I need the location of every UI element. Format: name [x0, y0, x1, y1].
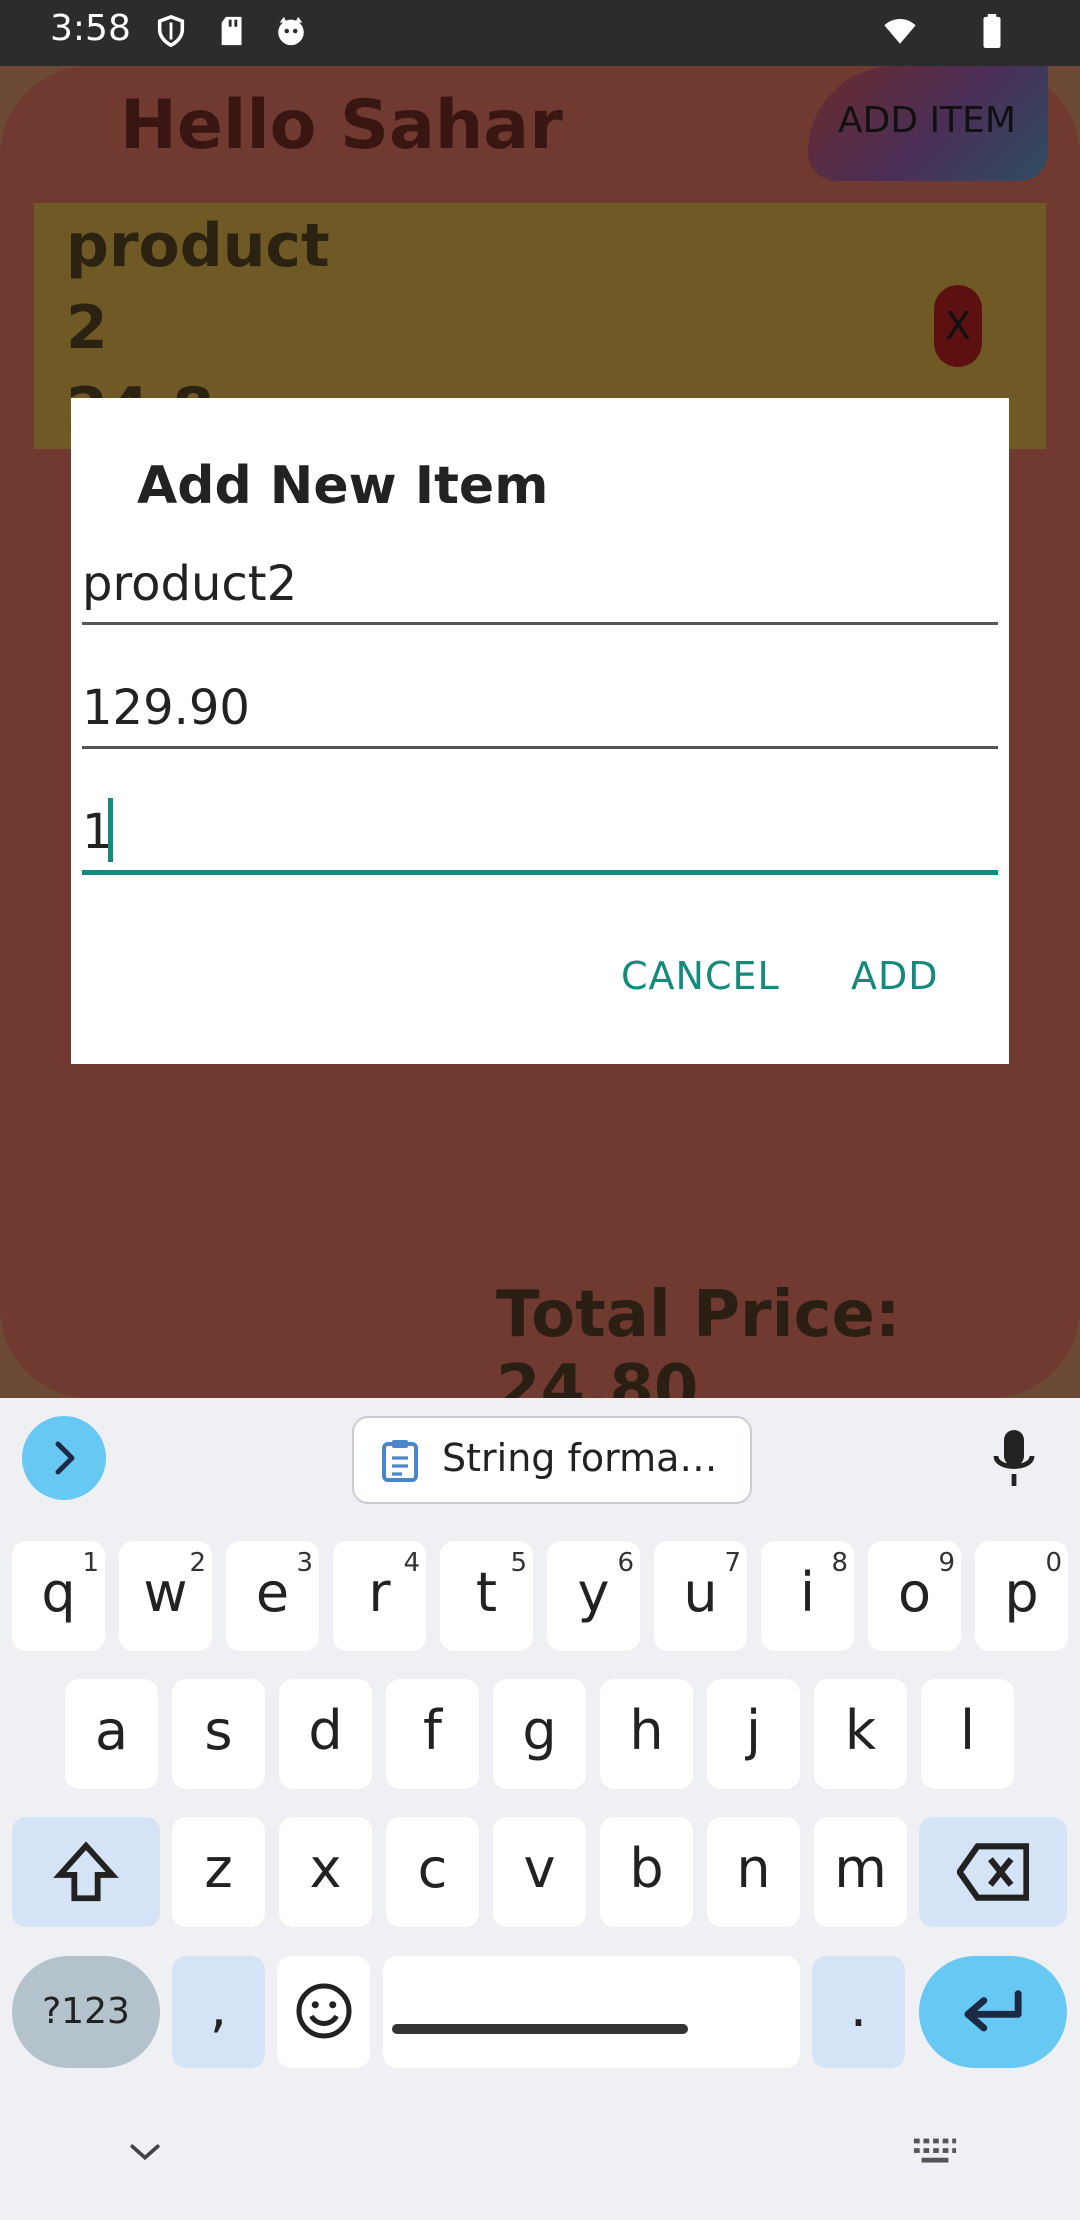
product-quantity: 2	[66, 293, 108, 363]
key-hint-number: 7	[724, 1548, 741, 1578]
add-item-dialog: Add New Item product2 129.90 1 CANCEL AD…	[71, 398, 1009, 1064]
key-k[interactable]: k	[814, 1679, 907, 1789]
status-time: 3:58	[50, 8, 131, 49]
key-z[interactable]: z	[172, 1817, 265, 1927]
shift-icon	[53, 1841, 119, 1902]
total-price: Total Price: 24.80	[496, 1278, 901, 1398]
key-h[interactable]: h	[600, 1679, 693, 1789]
key-u[interactable]: u7	[654, 1541, 747, 1651]
greeting-title: Hello Sahar	[120, 86, 563, 165]
item-quantity-field[interactable]: 1	[82, 784, 998, 875]
text-cursor	[108, 798, 113, 862]
key-t[interactable]: t5	[440, 1541, 533, 1651]
key-p[interactable]: p0	[975, 1541, 1068, 1651]
key-hint-number: 5	[510, 1548, 527, 1578]
key-a[interactable]: a	[65, 1679, 158, 1789]
clipboard-icon	[382, 1440, 418, 1482]
cat-icon	[278, 16, 304, 46]
key-n[interactable]: n	[707, 1817, 800, 1927]
item-name-field[interactable]: product2	[82, 536, 998, 625]
key-m[interactable]: m	[814, 1817, 907, 1927]
key-hint-number: 3	[296, 1548, 313, 1578]
clipboard-suggestion-chip[interactable]: String forma…	[352, 1416, 752, 1504]
status-bar: 3:58	[0, 0, 1080, 66]
shield-icon	[157, 14, 185, 48]
add-button[interactable]: ADD	[851, 954, 939, 998]
key-hint-number: 0	[1045, 1548, 1062, 1578]
key-hint-number: 6	[617, 1548, 634, 1578]
enter-key[interactable]	[919, 1956, 1067, 2068]
key-hint-number: 1	[82, 1548, 99, 1578]
key-w[interactable]: w2	[119, 1541, 212, 1651]
key-e[interactable]: e3	[226, 1541, 319, 1651]
microphone-icon[interactable]	[990, 1426, 1038, 1490]
key-c[interactable]: c	[386, 1817, 479, 1927]
item-price-field[interactable]: 129.90	[82, 660, 998, 749]
item-name-value: product2	[82, 556, 298, 612]
add-item-button[interactable]: ADD ITEM	[808, 66, 1048, 181]
key-i[interactable]: i8	[761, 1541, 854, 1651]
period-key[interactable]: .	[812, 1956, 905, 2068]
cancel-button[interactable]: CANCEL	[621, 954, 780, 998]
chevron-right-icon	[55, 1441, 75, 1475]
sd-card-icon	[221, 16, 242, 46]
key-y[interactable]: y6	[547, 1541, 640, 1651]
dialog-title: Add New Item	[137, 456, 549, 516]
key-j[interactable]: j	[707, 1679, 800, 1789]
backspace-key[interactable]	[919, 1817, 1067, 1927]
key-hint-number: 2	[189, 1548, 206, 1578]
symbols-key[interactable]: ?123	[12, 1956, 160, 2068]
key-hint-number: 9	[938, 1548, 955, 1578]
key-x[interactable]: x	[279, 1817, 372, 1927]
key-f[interactable]: f	[386, 1679, 479, 1789]
key-l[interactable]: l	[921, 1679, 1014, 1789]
keyboard-switch-icon[interactable]	[912, 2136, 958, 2168]
emoji-icon	[296, 1983, 351, 2039]
item-price-value: 129.90	[82, 680, 250, 736]
keyboard-expand-button[interactable]	[22, 1416, 106, 1500]
battery-icon	[983, 14, 1001, 48]
key-s[interactable]: s	[172, 1679, 265, 1789]
key-b[interactable]: b	[600, 1817, 693, 1927]
soft-keyboard: String forma… q1w2e3r4t5y6u7i8o9p0 asdfg…	[0, 1398, 1080, 2220]
key-hint-number: 8	[831, 1548, 848, 1578]
hide-keyboard-icon[interactable]	[128, 2140, 162, 2164]
backspace-icon	[955, 1843, 1030, 1901]
product-name: product	[66, 211, 330, 281]
wifi-icon	[884, 18, 916, 44]
add-item-label: ADD ITEM	[838, 100, 1016, 141]
key-v[interactable]: v	[493, 1817, 586, 1927]
key-hint-number: 4	[403, 1548, 420, 1578]
key-o[interactable]: o9	[868, 1541, 961, 1651]
home-indicator[interactable]	[392, 2024, 688, 2034]
shift-key[interactable]	[12, 1817, 160, 1927]
key-d[interactable]: d	[279, 1679, 372, 1789]
remove-item-button[interactable]: X	[934, 285, 982, 367]
key-g[interactable]: g	[493, 1679, 586, 1789]
comma-key[interactable]: ,	[172, 1956, 265, 2068]
emoji-key[interactable]	[277, 1956, 370, 2068]
enter-icon	[964, 1990, 1022, 2032]
clipboard-text: String forma…	[442, 1436, 718, 1480]
key-r[interactable]: r4	[333, 1541, 426, 1651]
space-key[interactable]	[383, 1956, 800, 2068]
key-q[interactable]: q1	[12, 1541, 105, 1651]
